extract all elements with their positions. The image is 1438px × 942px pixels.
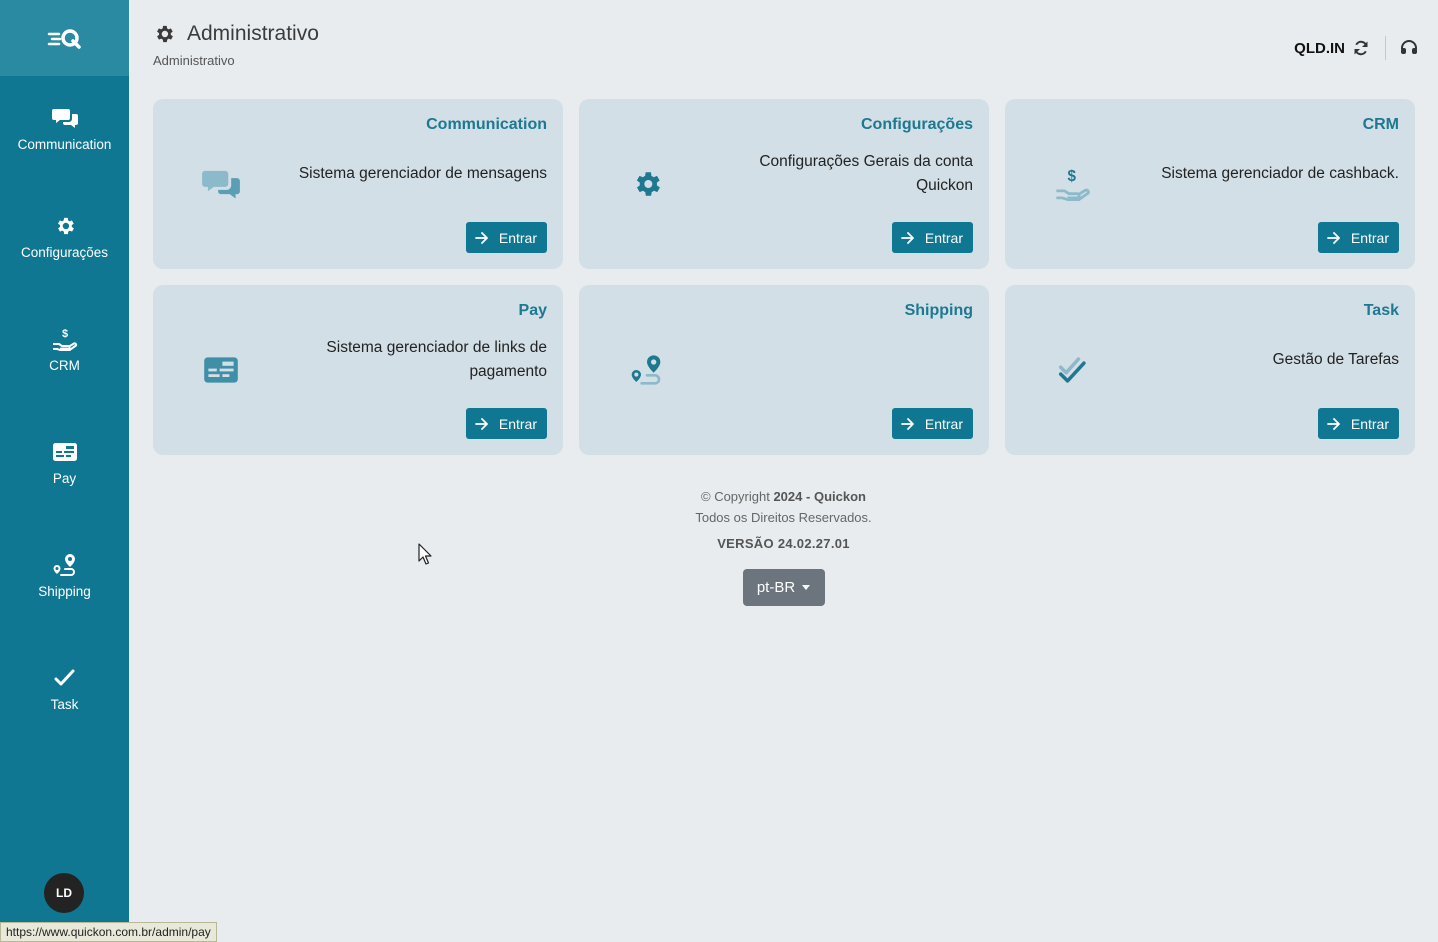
quickon-logo[interactable] (0, 0, 129, 76)
sidebar-item-label: Configurações (20, 245, 109, 260)
header-actions: QLD.IN (1294, 36, 1418, 60)
gear-icon (627, 165, 667, 203)
enter-button[interactable]: Entrar (465, 408, 547, 439)
chat-bubbles-icon (51, 105, 78, 131)
arrow-right-icon (1326, 417, 1340, 430)
card-title: Pay (518, 302, 547, 319)
sidebar-item-communication[interactable]: Communication (0, 76, 129, 180)
logo-icon (47, 29, 81, 49)
copyright-company: Quickon (813, 489, 866, 504)
header-divider (1385, 36, 1386, 60)
avatar[interactable]: LD (44, 873, 84, 913)
caret-down-icon (802, 585, 811, 590)
sidebar-item-label: Task (50, 697, 79, 712)
account-code: QLD.IN (1294, 39, 1345, 57)
refresh-icon[interactable] (1353, 40, 1369, 56)
module-grid: Communication Sistema gerenciador de men… (153, 99, 1415, 455)
sidebar-item-label: Pay (52, 471, 77, 486)
sidebar-item-label: Shipping (38, 584, 91, 599)
module-card-configuracoes: Configurações Configurações Gerais da co… (579, 99, 989, 269)
sidebar-item-label: CRM (49, 358, 80, 373)
status-bar-url: https://www.quickon.com.br/admin/pay (0, 922, 217, 942)
copyright: © Copyright 2024 - Quickon (129, 486, 1438, 507)
credit-card-icon (52, 439, 78, 465)
rights-text: Todos os Direitos Reservados. (695, 510, 872, 525)
route-pin-icon (627, 351, 667, 389)
sidebar-item-pay[interactable]: Pay (0, 406, 129, 519)
card-description: Gestão de Tarefas (1272, 351, 1399, 368)
enter-button[interactable]: Entrar (891, 222, 973, 253)
footer: © Copyright 2024 - Quickon Todos os Dire… (129, 486, 1438, 606)
headset-icon[interactable] (1400, 39, 1418, 57)
enter-button-label: Entrar (924, 229, 963, 246)
sidebar: Communication Configurações $ CRM Pay Sh… (0, 0, 129, 942)
version-label: VERSÃO 24.02.27.01 (717, 536, 850, 551)
module-card-pay: Pay Sistema gerenciador de links de paga… (153, 285, 563, 455)
page-title: Administrativo (187, 22, 319, 45)
card-description: Sistema gerenciador de cashback. (1161, 165, 1399, 182)
arrow-right-icon (900, 417, 914, 430)
chat-bubbles-icon (201, 165, 241, 203)
language-dropdown[interactable]: pt-BR (742, 569, 825, 606)
arrow-right-icon (1326, 231, 1340, 244)
enter-button[interactable]: Entrar (1317, 222, 1399, 253)
sidebar-item-task[interactable]: Task (0, 632, 129, 745)
hand-dollar-icon: $ (1053, 165, 1093, 203)
copyright-separator: - (806, 489, 811, 504)
enter-button-label: Entrar (498, 415, 537, 432)
enter-button[interactable]: Entrar (465, 222, 547, 253)
mouse-cursor-icon (418, 543, 432, 565)
sidebar-item-shipping[interactable]: Shipping (0, 519, 129, 632)
enter-button[interactable]: Entrar (1317, 408, 1399, 439)
gear-icon (153, 23, 175, 45)
arrow-right-icon (474, 417, 488, 430)
hand-dollar-icon: $ (52, 326, 78, 352)
card-title: CRM (1362, 116, 1399, 133)
arrow-right-icon (900, 231, 914, 244)
card-title: Shipping (904, 302, 973, 319)
page-header: Administrativo Administrativo QLD.IN (153, 22, 1418, 82)
module-card-communication: Communication Sistema gerenciador de men… (153, 99, 563, 269)
card-description: Sistema gerenciador de mensagens (298, 165, 547, 182)
enter-button-label: Entrar (498, 229, 537, 246)
double-check-icon (52, 665, 78, 691)
language-value: pt-BR (756, 579, 796, 596)
card-description: Configurações Gerais da conta Quickon (759, 153, 973, 194)
credit-card-icon (201, 351, 241, 389)
enter-button[interactable]: Entrar (891, 408, 973, 439)
card-description: Sistema gerenciador de links de pagament… (326, 339, 547, 380)
enter-button-label: Entrar (1350, 229, 1389, 246)
card-title: Configurações (860, 116, 973, 133)
module-card-shipping: Shipping Entrar (579, 285, 989, 455)
breadcrumb: Administrativo (153, 53, 235, 68)
gear-icon (52, 213, 78, 239)
sidebar-item-crm[interactable]: $ CRM (0, 293, 129, 406)
copyright-year: 2024 (773, 489, 803, 504)
module-card-task: Task Gestão de Tarefas Entrar (1005, 285, 1415, 455)
route-pin-icon (52, 552, 78, 578)
copyright-prefix: © Copyright (701, 489, 770, 504)
arrow-right-icon (474, 231, 488, 244)
module-card-crm: CRM $ Sistema gerenciador de cashback. E… (1005, 99, 1415, 269)
svg-text:$: $ (62, 328, 68, 340)
sidebar-item-label: Communication (17, 136, 112, 152)
card-title: Communication (426, 116, 547, 133)
sidebar-item-configuracoes[interactable]: Configurações (0, 180, 129, 293)
sidebar-nav: Communication Configurações $ CRM Pay Sh… (0, 76, 129, 745)
card-title: Task (1363, 302, 1399, 319)
double-check-icon (1053, 351, 1093, 389)
enter-button-label: Entrar (924, 415, 963, 432)
svg-text:$: $ (1067, 168, 1076, 185)
enter-button-label: Entrar (1350, 415, 1389, 432)
